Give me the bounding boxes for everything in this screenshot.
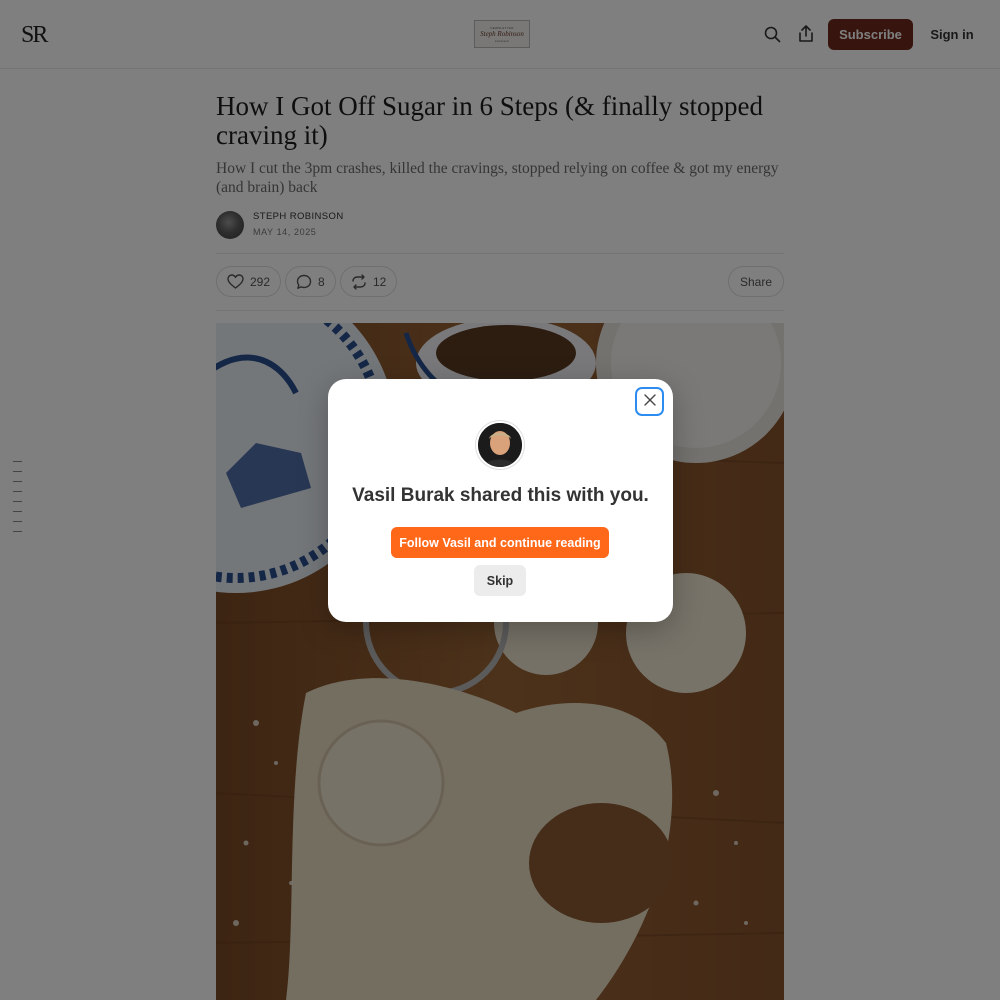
shared-post-modal: Vasil Burak shared this with you. Follow… [328,379,673,622]
sharer-avatar [476,421,524,469]
follow-and-continue-button[interactable]: Follow Vasil and continue reading [391,527,609,558]
close-icon [643,393,656,411]
modal-headline: Vasil Burak shared this with you. [352,485,649,506]
skip-button[interactable]: Skip [474,565,526,596]
close-button[interactable] [635,387,664,416]
